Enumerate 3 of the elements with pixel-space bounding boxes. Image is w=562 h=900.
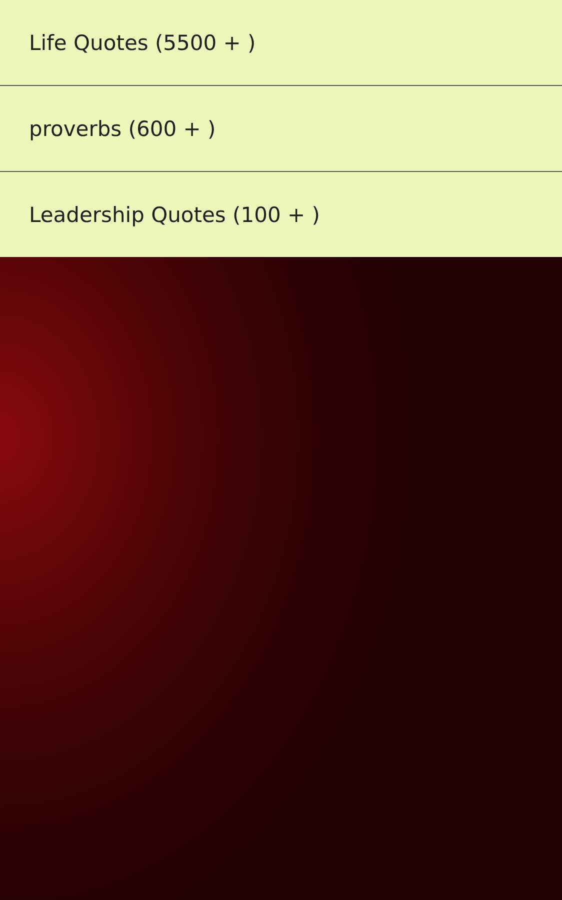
menu-item[interactable]: Leadership Quotes (100 + ) — [0, 172, 562, 257]
menu-item[interactable]: proverbs (600 + ) — [0, 86, 562, 171]
menu-item[interactable]: Life Quotes (5500 + ) — [0, 0, 562, 85]
